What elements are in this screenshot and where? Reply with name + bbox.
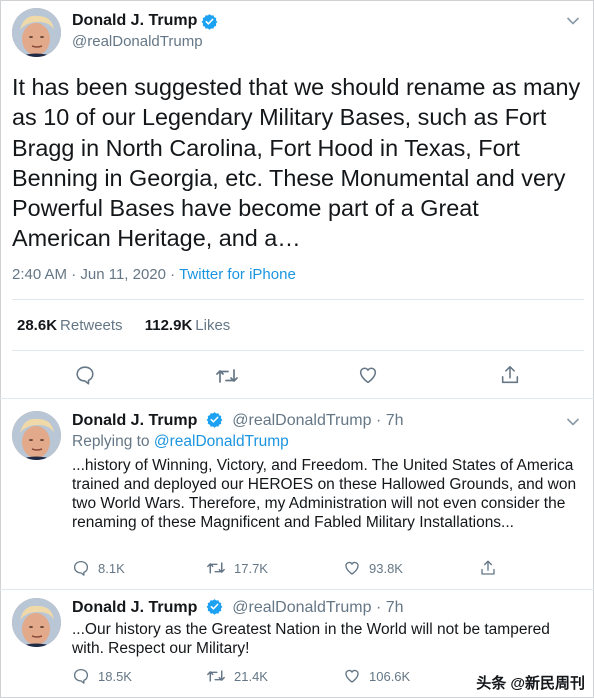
- divider: [0, 398, 594, 399]
- share-icon[interactable]: [499, 364, 521, 386]
- handle[interactable]: @realDonaldTrump: [72, 33, 218, 50]
- replying-to-prefix: Replying to: [72, 433, 154, 450]
- likes-label: Likes: [195, 317, 231, 334]
- engagement-stats: 28.6K Retweets 112.9K Likes: [17, 317, 230, 334]
- retweet-button[interactable]: 17.7K: [206, 559, 268, 577]
- tweet-timestamp: 2:40 AM · Jun 11, 2020 · Twitter for iPh…: [12, 266, 296, 283]
- retweet-count: 17.7K: [234, 560, 268, 576]
- like-icon: [345, 669, 359, 683]
- retweet-button[interactable]: 21.4K: [206, 667, 268, 685]
- chevron-down-icon[interactable]: [566, 16, 580, 26]
- verified-badge-icon: [206, 412, 223, 428]
- avatar[interactable]: [12, 411, 61, 460]
- like-icon: [345, 561, 359, 575]
- retweet-icon[interactable]: [215, 365, 239, 387]
- tweet-source-link[interactable]: Twitter for iPhone: [179, 266, 296, 283]
- divider: [12, 299, 584, 300]
- timestamp-text[interactable]: 2:40 AM · Jun 11, 2020 ·: [12, 266, 179, 283]
- display-name[interactable]: Donald J. Trump: [72, 599, 197, 616]
- reply-count: 18.5K: [98, 668, 132, 684]
- handle-and-time[interactable]: @realDonaldTrump · 7h: [232, 412, 403, 429]
- main-tweet-names: Donald J. Trump @realDonaldTrump: [72, 12, 218, 50]
- like-button[interactable]: 93.8K: [343, 559, 403, 577]
- replying-to: Replying to @realDonaldTrump: [72, 433, 289, 451]
- main-tweet-text: It has been suggested that we should ren…: [12, 74, 581, 252]
- reply-count: 8.1K: [98, 560, 125, 576]
- verified-badge-icon: [206, 599, 223, 615]
- handle-and-time[interactable]: @realDonaldTrump · 7h: [232, 599, 403, 616]
- replying-to-link[interactable]: @realDonaldTrump: [154, 433, 289, 450]
- like-icon[interactable]: [357, 364, 379, 386]
- share-button[interactable]: [479, 559, 497, 577]
- retweets-label: Retweets: [60, 317, 123, 334]
- retweet-count: 21.4K: [234, 668, 268, 684]
- reply-actions: 8.1K 17.7K 93.8K: [72, 559, 592, 579]
- reply-button[interactable]: 8.1K: [72, 559, 125, 577]
- reply-text: ...history of Winning, Victory, and Free…: [72, 457, 577, 531]
- reply-text: ...Our history as the Greatest Nation in…: [72, 621, 550, 657]
- verified-badge-icon: [201, 13, 218, 30]
- avatar[interactable]: [12, 8, 61, 57]
- retweets-stat[interactable]: 28.6K Retweets: [17, 317, 123, 334]
- share-icon: [481, 560, 495, 575]
- avatar[interactable]: [12, 598, 61, 647]
- reply-tweet[interactable]: Donald J. Trump @realDonaldTrump · 7h Re…: [0, 411, 594, 581]
- reply-icon: [73, 560, 89, 576]
- divider: [0, 589, 594, 590]
- divider: [12, 350, 584, 351]
- chevron-down-icon[interactable]: [566, 417, 580, 427]
- main-tweet-header: Donald J. Trump @realDonaldTrump: [12, 8, 584, 60]
- watermark: 头条 @新民周刊: [473, 671, 588, 694]
- likes-stat[interactable]: 112.9K Likes: [145, 317, 231, 334]
- retweet-icon: [207, 562, 225, 574]
- reply-header: Donald J. Trump @realDonaldTrump · 7h: [72, 598, 404, 617]
- display-name[interactable]: Donald J. Trump: [72, 12, 218, 30]
- like-count: 93.8K: [369, 560, 403, 576]
- reply-icon[interactable]: [74, 364, 96, 386]
- like-count: 106.6K: [369, 668, 411, 684]
- reply-header: Donald J. Trump @realDonaldTrump · 7h: [72, 411, 404, 430]
- reply-button[interactable]: 18.5K: [72, 667, 132, 685]
- retweets-count: 28.6K: [17, 317, 58, 334]
- likes-count: 112.9K: [144, 317, 193, 334]
- display-name[interactable]: Donald J. Trump: [72, 412, 197, 429]
- display-name-text: Donald J. Trump: [72, 12, 198, 29]
- like-button[interactable]: 106.6K: [343, 667, 410, 685]
- main-tweet-actions: [0, 364, 594, 388]
- retweet-icon: [207, 670, 225, 682]
- reply-icon: [73, 668, 89, 684]
